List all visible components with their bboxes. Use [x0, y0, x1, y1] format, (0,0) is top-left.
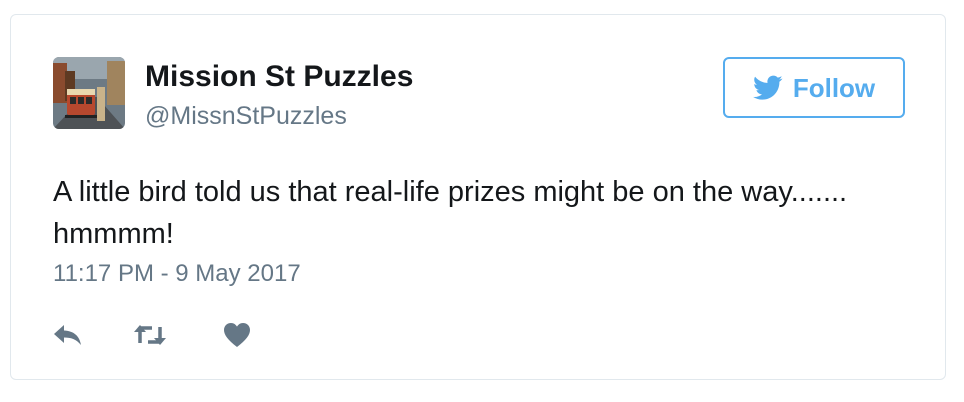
author-handle[interactable]: @MissnStPuzzles [145, 101, 347, 131]
follow-button[interactable]: Follow [723, 57, 905, 118]
follow-label: Follow [792, 72, 876, 103]
author-name[interactable]: Mission St Puzzles [145, 59, 413, 95]
heart-icon [224, 323, 250, 347]
reply-icon [54, 325, 81, 345]
author-avatar[interactable] [53, 57, 125, 129]
embedded-tweet-card: Mission St Puzzles @MissnStPuzzles Follo… [10, 14, 946, 380]
retweet-icon [134, 325, 166, 345]
twitter-bird-icon [752, 75, 783, 100]
reply-button[interactable] [53, 317, 83, 353]
tweet-timestamp[interactable]: 11:17 PM - 9 May 2017 [53, 259, 301, 289]
tweet-text: A little bird told us that real-life pri… [53, 176, 848, 250]
avatar-image [53, 57, 125, 129]
retweet-button[interactable] [133, 317, 167, 353]
like-button[interactable] [223, 317, 251, 353]
